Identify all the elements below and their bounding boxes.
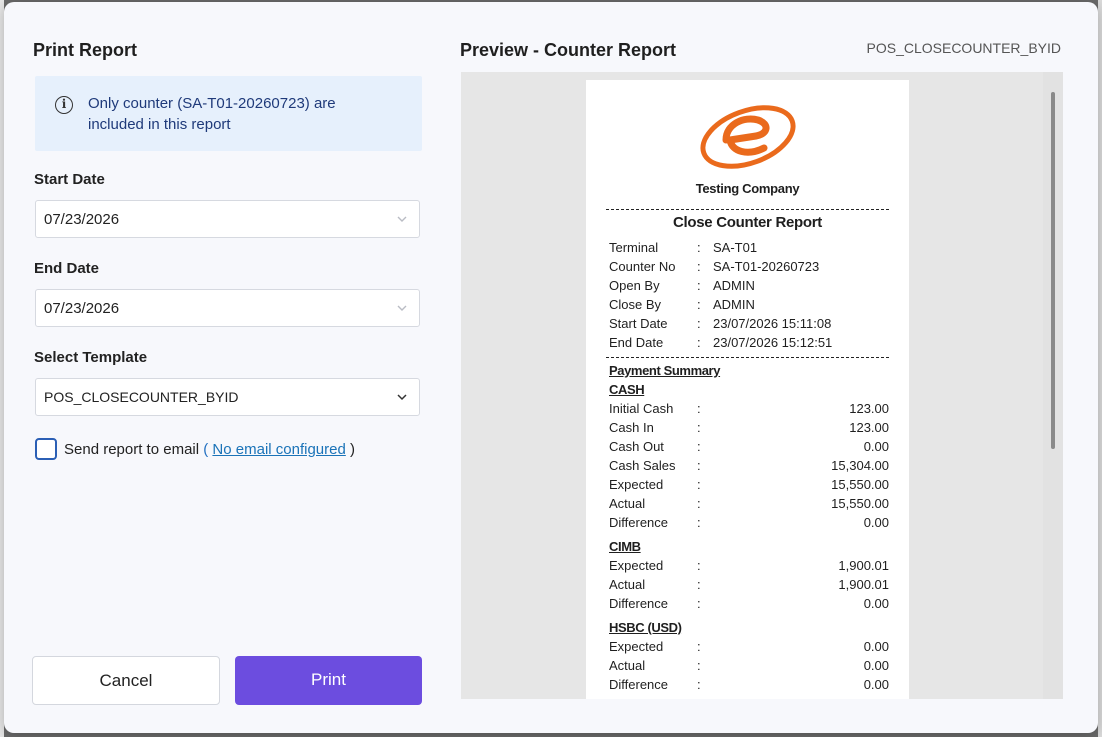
print-button[interactable]: Print (235, 656, 422, 705)
payment-row-value: 1,900.01 (838, 558, 889, 573)
detail-value: 23/07/2026 15:12:51 (713, 335, 833, 350)
payment-summary-heading: Payment Summary (609, 363, 721, 378)
chevron-down-icon (397, 305, 407, 311)
divider (606, 357, 889, 358)
payment-row-label: Cash Out (609, 439, 664, 454)
payment-row-colon: : (697, 477, 701, 492)
payment-row-colon: : (697, 558, 701, 573)
report-title: Close Counter Report (672, 214, 822, 231)
detail-colon: : (697, 240, 701, 255)
info-icon: i (55, 96, 73, 114)
payment-row-label: Initial Cash (609, 401, 674, 416)
cancel-button[interactable]: Cancel (32, 656, 220, 705)
payment-row-colon: : (697, 420, 701, 435)
detail-label: Close By (609, 297, 662, 312)
detail-label: Terminal (609, 240, 659, 255)
detail-colon: : (697, 259, 701, 274)
payment-row-colon: : (697, 401, 701, 416)
detail-label: Start Date (609, 316, 668, 331)
payment-row-colon: : (697, 596, 701, 611)
payment-row-label: Expected (609, 558, 664, 573)
paren-close: ) (350, 441, 355, 458)
report-page: Testing Company Close Counter Report Ter… (586, 80, 909, 699)
payment-row-value: 15,550.00 (831, 496, 889, 511)
payment-row-value: 123.00 (849, 420, 889, 435)
payment-row-value: 0.00 (863, 658, 889, 673)
payment-method-heading: CASH (609, 382, 645, 397)
company-name: Testing Company (695, 181, 800, 196)
template-select[interactable]: POS_CLOSECOUNTER_BYID (35, 378, 420, 416)
end-date-label: End Date (34, 260, 100, 277)
payment-row-label: Difference (609, 515, 669, 530)
payment-row-colon: : (697, 677, 701, 692)
send-email-label-group: Send report to email ( No email configur… (64, 441, 355, 458)
detail-colon: : (697, 335, 701, 350)
payment-row-label: Expected (609, 477, 664, 492)
payment-row-label: Cash Sales (609, 458, 676, 473)
payment-row-label: Difference (609, 677, 669, 692)
payment-row-label: Expected (609, 639, 664, 654)
detail-label: End Date (609, 335, 664, 350)
template-code: POS_CLOSECOUNTER_BYID (866, 40, 1062, 56)
chevron-down-icon (397, 216, 407, 222)
detail-colon: : (697, 278, 701, 293)
detail-value: ADMIN (713, 278, 755, 293)
backdrop-right (1098, 0, 1102, 737)
scrollbar-thumb[interactable] (1051, 92, 1055, 449)
payment-method-heading: HSBC (USD) (609, 620, 682, 635)
divider (606, 209, 889, 210)
end-date-value: 07/23/2026 (44, 300, 120, 317)
payment-row-value: 0.00 (863, 639, 889, 654)
preview-title: Preview - Counter Report (460, 40, 677, 60)
chevron-down-icon (397, 394, 407, 401)
payment-row-label: Difference (609, 596, 669, 611)
print-report-dialog: Print Report i Only counter (SA-T01-2026… (4, 2, 1098, 733)
payment-row-value: 0.00 (863, 439, 889, 454)
payment-row-colon: : (697, 577, 701, 592)
info-text: Only counter (SA-T01-20260723) are inclu… (88, 95, 336, 133)
detail-value: SA-T01 (713, 240, 758, 255)
payment-row-value: 15,550.00 (831, 477, 889, 492)
preview-scrollbar[interactable] (1043, 72, 1063, 699)
report-preview[interactable]: Testing Company Close Counter Report Ter… (461, 72, 1063, 699)
payment-row-value: 15,304.00 (831, 458, 889, 473)
payment-row-colon: : (697, 496, 701, 511)
paren-open: ( (203, 441, 209, 458)
send-email-label: Send report to email (64, 441, 200, 458)
detail-colon: : (697, 316, 701, 331)
payment-row-value: 0.00 (863, 515, 889, 530)
template-select-value: POS_CLOSECOUNTER_BYID (44, 389, 239, 405)
info-banner: i Only counter (SA-T01-20260723) are inc… (35, 76, 422, 151)
start-date-label: Start Date (34, 171, 105, 188)
print-options-panel: Print Report i Only counter (SA-T01-2026… (4, 2, 444, 733)
template-label: Select Template (34, 349, 148, 366)
payment-row-label: Cash In (609, 420, 654, 435)
detail-value: SA-T01-20260723 (713, 259, 820, 274)
payment-method-heading: CIMB (609, 539, 641, 554)
dialog-title: Print Report (33, 40, 138, 60)
payment-row-colon: : (697, 458, 701, 473)
detail-value: 23/07/2026 15:11:08 (713, 316, 832, 331)
end-date-picker[interactable]: 07/23/2026 (35, 289, 420, 327)
payment-row-value: 0.00 (863, 677, 889, 692)
payment-row-colon: : (697, 658, 701, 673)
detail-value: ADMIN (713, 297, 755, 312)
payment-row-colon: : (697, 515, 701, 530)
send-email-checkbox[interactable] (35, 438, 57, 460)
payment-row-value: 123.00 (849, 401, 889, 416)
detail-colon: : (697, 297, 701, 312)
detail-label: Counter No (609, 259, 676, 274)
detail-label: Open By (609, 278, 660, 293)
start-date-picker[interactable]: 07/23/2026 (35, 200, 420, 238)
payment-row-value: 0.00 (863, 596, 889, 611)
payment-row-label: Actual (609, 658, 646, 673)
payment-row-colon: : (697, 439, 701, 454)
payment-row-label: Actual (609, 577, 646, 592)
payment-row-colon: : (697, 639, 701, 654)
email-config-link[interactable]: No email configured (212, 441, 345, 458)
payment-row-label: Actual (609, 496, 646, 511)
payment-row-value: 1,900.01 (838, 577, 889, 592)
company-logo (700, 105, 796, 169)
start-date-value: 07/23/2026 (44, 211, 120, 228)
